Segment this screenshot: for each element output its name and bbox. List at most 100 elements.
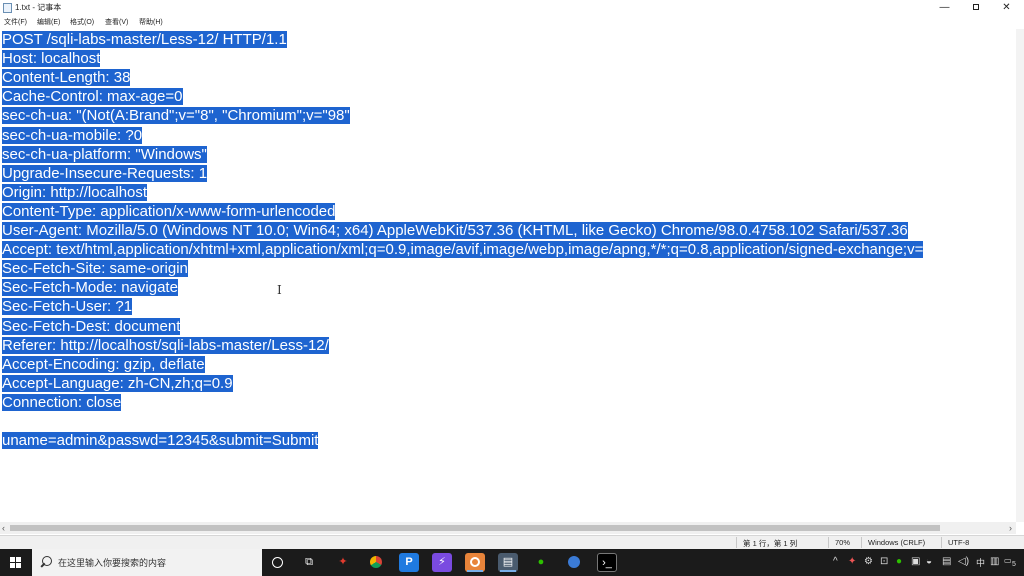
menu-format[interactable]: 格式(O)	[70, 17, 94, 27]
tray-network-icon[interactable]: ⊡	[880, 556, 888, 567]
restore-icon	[972, 4, 979, 10]
text-editor[interactable]: POST /sqli-labs-master/Less-12/ HTTP/1.1…	[0, 29, 1016, 522]
tray-icon[interactable]: ▣	[911, 556, 920, 567]
text-line[interactable]: Connection: close	[2, 393, 122, 412]
windows-start-icon[interactable]	[10, 557, 22, 569]
ibeam-cursor-icon: I	[277, 283, 282, 297]
text-line[interactable]: Content-Type: application/x-www-form-url…	[2, 202, 336, 221]
menu-edit[interactable]: 编辑(E)	[37, 17, 60, 27]
selected-text: Upgrade-Insecure-Requests: 1	[2, 164, 208, 182]
cortana-icon[interactable]	[267, 553, 287, 572]
ime-indicator[interactable]: 中	[976, 556, 985, 569]
selected-text: Sec-Fetch-User: ?1	[2, 298, 133, 316]
search-icon	[42, 556, 52, 566]
selected-text: Sec-Fetch-Mode: navigate	[2, 279, 178, 297]
selected-text: Accept: text/html,application/xhtml+xml,…	[2, 241, 924, 259]
burp-icon[interactable]	[465, 553, 485, 572]
search-placeholder: 在这里输入你要搜索的内容	[58, 558, 167, 568]
status-divider	[736, 537, 737, 548]
taskbar: 在这里输入你要搜索的内容 ⧉ ✦ P ⚡ ▤ ● ›_ ^ ✦ ⚙ ⊡ ● ▣ …	[0, 549, 1024, 576]
wechat-icon[interactable]: ●	[531, 553, 551, 572]
task-view-icon[interactable]: ⧉	[299, 553, 319, 572]
notification-icon[interactable]: ▭	[1004, 556, 1012, 565]
status-divider	[828, 537, 829, 548]
selected-text: User-Agent: Mozilla/5.0 (Windows NT 10.0…	[2, 222, 908, 239]
title-bar: 1.txt - 记事本 — ✕	[0, 0, 1024, 15]
volume-icon[interactable]: ◁)	[958, 556, 969, 567]
tray-settings-icon[interactable]: ⚙	[864, 556, 873, 567]
text-line[interactable]: sec-ch-ua: "(Not(A:Brand";v="8", "Chromi…	[2, 106, 350, 125]
text-line[interactable]: Accept-Encoding: gzip, deflate	[2, 355, 205, 374]
selected-text: Referer: http://localhost/sqli-labs-mast…	[2, 336, 329, 354]
menu-bar: 文件(F) 编辑(E) 格式(O) 查看(V) 帮助(H)	[0, 16, 1024, 28]
text-line[interactable]: sec-ch-ua-mobile: ?0	[2, 126, 143, 145]
status-divider	[861, 537, 862, 548]
selected-text: Content-Length: 38	[2, 69, 131, 87]
text-line[interactable]: Accept-Language: zh-CN,zh;q=0.9	[2, 374, 233, 393]
text-line[interactable]: sec-ch-ua-platform: "Windows"	[2, 145, 207, 164]
menu-help[interactable]: 帮助(H)	[139, 17, 163, 27]
text-line[interactable]: Host: localhost	[2, 49, 101, 68]
text-line[interactable]: Sec-Fetch-User: ?1	[2, 297, 133, 316]
text-line[interactable]: Cache-Control: max-age=0	[2, 87, 183, 106]
selected-text: POST /sqli-labs-master/Less-12/ HTTP/1.1	[2, 31, 287, 48]
cursor-position: 第 1 行，第 1 列	[743, 539, 798, 548]
terminal-icon[interactable]: ›_	[597, 553, 617, 572]
text-line[interactable]: Sec-Fetch-Site: same-origin	[2, 259, 188, 278]
selected-text: uname=admin&passwd=12345&submit=Submit	[2, 432, 319, 450]
selected-text: Connection: close	[2, 393, 122, 411]
browser-icon[interactable]	[564, 553, 584, 572]
p-app-icon[interactable]: P	[399, 553, 419, 572]
text-line[interactable]: Origin: http://localhost	[2, 183, 148, 202]
selected-text: Origin: http://localhost	[2, 183, 148, 201]
tray-wechat-icon[interactable]: ●	[896, 556, 902, 567]
scroll-right-icon[interactable]: ›	[1009, 523, 1012, 533]
app-red-icon[interactable]: ✦	[333, 553, 353, 572]
status-bar: 第 1 行，第 1 列 70% Windows (CRLF) UTF-8	[0, 535, 1024, 549]
tray-app-icon[interactable]: ✦	[848, 556, 856, 567]
menu-view[interactable]: 查看(V)	[105, 17, 128, 27]
minimize-button[interactable]: —	[929, 0, 960, 15]
tray-icon[interactable]: ▥	[990, 556, 999, 567]
selected-text: Sec-Fetch-Dest: document	[2, 317, 181, 335]
bolt-app-icon[interactable]: ⚡	[432, 553, 452, 572]
selected-text: Cache-Control: max-age=0	[2, 88, 183, 106]
horizontal-scrollbar[interactable]: ‹ ›	[0, 522, 1016, 534]
selected-text: Host: localhost	[2, 50, 101, 68]
text-line[interactable]: User-Agent: Mozilla/5.0 (Windows NT 10.0…	[2, 221, 908, 240]
line-ending: Windows (CRLF)	[868, 538, 926, 547]
notification-count: 5	[1012, 561, 1016, 568]
text-line[interactable]: Sec-Fetch-Dest: document	[2, 317, 181, 336]
scrollbar-thumb[interactable]	[10, 525, 940, 531]
encoding: UTF-8	[948, 538, 970, 547]
text-line[interactable]: Sec-Fetch-Mode: navigate	[2, 278, 178, 297]
zoom-level: 70%	[835, 538, 851, 547]
chrome-icon[interactable]	[366, 553, 386, 572]
tray-icon[interactable]: ▤	[942, 556, 951, 567]
status-divider	[941, 537, 942, 548]
menu-file[interactable]: 文件(F)	[4, 17, 27, 27]
text-line[interactable]: POST /sqli-labs-master/Less-12/ HTTP/1.1	[2, 30, 287, 49]
window-title: 1.txt - 记事本	[15, 3, 62, 12]
selected-text: Accept-Encoding: gzip, deflate	[2, 355, 205, 373]
selected-text: sec-ch-ua-platform: "Windows"	[2, 145, 207, 163]
taskbar-search[interactable]: 在这里输入你要搜索的内容	[32, 549, 262, 576]
tray-icon[interactable]: ◒	[926, 556, 932, 567]
text-line[interactable]: Accept: text/html,application/xhtml+xml,…	[2, 240, 924, 259]
selected-text: sec-ch-ua-mobile: ?0	[2, 126, 143, 144]
vertical-scrollbar[interactable]	[1016, 29, 1024, 522]
selected-text: sec-ch-ua: "(Not(A:Brand";v="8", "Chromi…	[2, 107, 350, 125]
restore-button[interactable]	[960, 0, 991, 15]
text-line[interactable]: Upgrade-Insecure-Requests: 1	[2, 164, 208, 183]
selected-text: Sec-Fetch-Site: same-origin	[2, 260, 188, 278]
close-button[interactable]: ✕	[991, 0, 1022, 15]
text-line[interactable]: Content-Length: 38	[2, 68, 131, 87]
selected-text: Content-Type: application/x-www-form-url…	[2, 202, 336, 220]
notepad-icon	[3, 3, 12, 13]
notepad-taskbar-icon[interactable]: ▤	[498, 553, 518, 572]
selected-text: Accept-Language: zh-CN,zh;q=0.9	[2, 374, 233, 392]
text-line[interactable]: Referer: http://localhost/sqli-labs-mast…	[2, 336, 329, 355]
scroll-left-icon[interactable]: ‹	[2, 523, 5, 533]
tray-up-arrow-icon[interactable]: ^	[833, 556, 838, 567]
text-line[interactable]: uname=admin&passwd=12345&submit=Submit	[2, 431, 319, 450]
